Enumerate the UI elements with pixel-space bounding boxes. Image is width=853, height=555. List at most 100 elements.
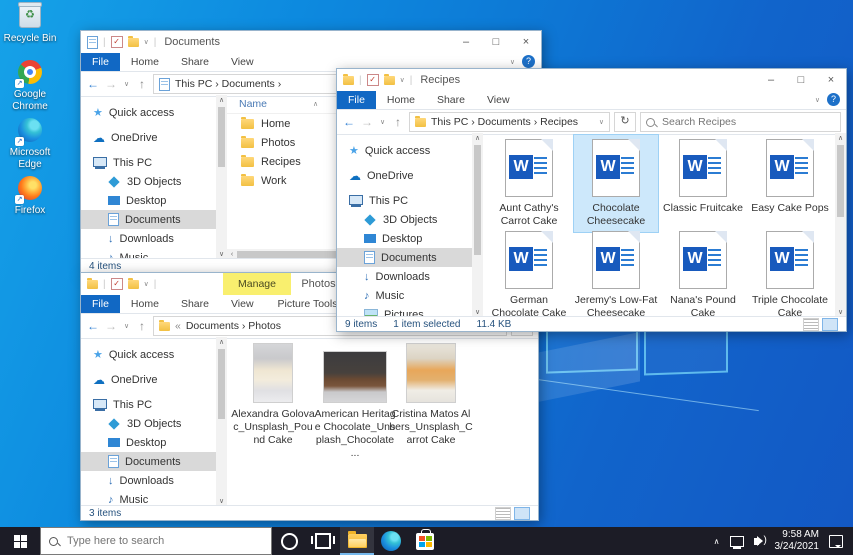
breadcrumb-overflow-icon[interactable]: «	[175, 320, 181, 332]
file-item[interactable]: W Easy Cake Pops	[748, 135, 832, 219]
thumbnails-view-button[interactable]	[822, 318, 838, 331]
quick-access-properties-icon[interactable]: ✓	[367, 74, 379, 86]
breadcrumb[interactable]: Documents › Photos	[186, 320, 281, 332]
up-icon[interactable]: ↑	[391, 115, 405, 129]
breadcrumb[interactable]: This PC › Documents ›	[175, 78, 281, 90]
tab-home[interactable]: Home	[120, 295, 170, 313]
quick-access-folder-icon[interactable]	[128, 280, 139, 289]
documents-titlebar[interactable]: | ✓ ∨ | Documents – □ ×	[81, 31, 541, 53]
taskbar-clock[interactable]: 9:58 AM 3/24/2021	[775, 529, 820, 553]
scroll-up-icon[interactable]: ∧	[216, 96, 227, 104]
sidebar-item-onedrive[interactable]: ☁OneDrive	[81, 128, 216, 147]
scrollbar-thumb[interactable]	[474, 145, 481, 255]
tab-share[interactable]: Share	[170, 295, 220, 313]
sidebar-item-desktop[interactable]: Desktop	[337, 229, 472, 248]
file-explorer-taskbar-button[interactable]	[340, 527, 374, 555]
quick-access-properties-icon[interactable]: ✓	[111, 36, 123, 48]
quick-access-dropdown-icon[interactable]: ∨	[400, 76, 405, 84]
ribbon-collapse-icon[interactable]: ∨	[510, 58, 515, 66]
back-icon[interactable]: ←	[86, 319, 100, 333]
edge-taskbar-button[interactable]	[374, 527, 408, 555]
scroll-up-icon[interactable]: ∧	[216, 338, 227, 346]
thumbnails-view-button[interactable]	[514, 507, 530, 520]
desktop-icon-microsoft-edge[interactable]: ↗ Microsoft Edge	[0, 118, 60, 171]
tab-home[interactable]: Home	[120, 53, 170, 71]
maximize-button[interactable]: □	[786, 69, 816, 91]
sidebar-item-3d-objects[interactable]: 3D Objects	[81, 414, 216, 433]
tray-chevron-icon[interactable]: ∧	[714, 537, 720, 546]
tab-view[interactable]: View	[220, 53, 265, 71]
sidebar-item-this-pc[interactable]: This PC	[337, 191, 472, 210]
breadcrumb[interactable]: This PC › Documents › Recipes	[431, 116, 578, 128]
minimize-button[interactable]: –	[451, 31, 481, 53]
scroll-down-icon[interactable]: ∨	[835, 308, 846, 316]
scrollbar-thumb[interactable]	[218, 349, 225, 419]
start-button[interactable]	[0, 527, 40, 555]
quick-access-folder-icon[interactable]	[384, 76, 395, 85]
file-item-selected[interactable]: W Chocolate Cheesecake	[574, 135, 658, 232]
ribbon-collapse-icon[interactable]: ∨	[815, 96, 820, 104]
desktop-icon-google-chrome[interactable]: ↗ Google Chrome	[0, 60, 60, 113]
scroll-down-icon[interactable]: ∨	[216, 250, 227, 258]
scroll-down-icon[interactable]: ∨	[472, 308, 483, 316]
sidebar-item-downloads[interactable]: ↓Downloads	[81, 471, 216, 490]
sidebar-scrollbar[interactable]: ∧ ∨	[216, 95, 227, 259]
file-item[interactable]: W Nana's Pound Cake	[661, 227, 745, 317]
scroll-left-icon[interactable]: ‹	[227, 251, 237, 258]
sidebar-item-documents[interactable]: Documents	[81, 210, 216, 229]
history-dropdown-icon[interactable]: ∨	[378, 118, 387, 126]
taskbar-search-input[interactable]	[65, 534, 263, 548]
speaker-icon[interactable]	[754, 538, 759, 545]
sidebar-item-3d-objects[interactable]: 3D Objects	[81, 172, 216, 191]
desktop-icon-recycle-bin[interactable]: ♻ Recycle Bin	[0, 4, 60, 45]
details-view-button[interactable]	[495, 507, 511, 520]
back-icon[interactable]: ←	[342, 115, 356, 129]
sidebar-item-quick-access[interactable]: ★Quick access	[81, 103, 216, 122]
scroll-down-icon[interactable]: ∨	[216, 497, 227, 505]
address-dropdown-icon[interactable]: ∨	[599, 118, 604, 126]
scroll-up-icon[interactable]: ∧	[835, 134, 846, 142]
file-item[interactable]: W Jeremy's Low-Fat Cheesecake	[574, 227, 658, 317]
sidebar-item-music[interactable]: ♪Music	[337, 286, 472, 305]
sidebar-item-this-pc[interactable]: This PC	[81, 395, 216, 414]
minimize-button[interactable]: –	[756, 69, 786, 91]
forward-icon[interactable]: →	[104, 319, 118, 333]
sidebar-item-3d-objects[interactable]: 3D Objects	[337, 210, 472, 229]
scrollbar-thumb[interactable]	[837, 145, 844, 217]
sidebar-item-documents[interactable]: Documents	[81, 452, 216, 471]
taskbar-search[interactable]	[40, 527, 272, 555]
forward-icon[interactable]: →	[104, 77, 118, 91]
help-icon[interactable]: ?	[827, 93, 840, 106]
sidebar-item-documents[interactable]: Documents	[337, 248, 472, 267]
history-dropdown-icon[interactable]: ∨	[122, 80, 131, 88]
sidebar-scrollbar[interactable]: ∧ ∨	[472, 133, 483, 317]
tab-share[interactable]: Share	[170, 53, 220, 71]
search-box[interactable]	[640, 112, 841, 132]
sidebar-item-desktop[interactable]: Desktop	[81, 433, 216, 452]
tab-share[interactable]: Share	[426, 91, 476, 109]
desktop-icon-firefox[interactable]: ↗ Firefox	[0, 176, 60, 217]
sidebar-item-downloads[interactable]: ↓Downloads	[337, 267, 472, 286]
quick-access-dropdown-icon[interactable]: ∨	[144, 280, 149, 288]
up-icon[interactable]: ↑	[135, 319, 149, 333]
sidebar-item-downloads[interactable]: ↓Downloads	[81, 229, 216, 248]
photo-item[interactable]: Cristina Matos Albers_Unsplash_Carrot Ca…	[389, 343, 473, 447]
file-item[interactable]: W German Chocolate Cake	[487, 227, 571, 317]
scroll-up-icon[interactable]: ∧	[472, 134, 483, 142]
file-grid-scrollbar[interactable]: ∧ ∨	[835, 133, 846, 317]
file-item[interactable]: W Classic Fruitcake	[661, 135, 745, 219]
file-item[interactable]: W Aunt Cathy's Carrot Cake	[487, 135, 571, 232]
quick-access-dropdown-icon[interactable]: ∨	[144, 38, 149, 46]
close-button[interactable]: ×	[511, 31, 541, 53]
network-icon[interactable]	[730, 536, 744, 547]
quick-access-properties-icon[interactable]: ✓	[111, 278, 123, 290]
forward-icon[interactable]: →	[360, 115, 374, 129]
tab-view[interactable]: View	[220, 295, 265, 313]
photo-item[interactable]: Alexandra Golovac_Unsplash_Pound Cake	[231, 343, 315, 447]
scrollbar-thumb[interactable]	[218, 107, 225, 167]
maximize-button[interactable]: □	[481, 31, 511, 53]
history-dropdown-icon[interactable]: ∨	[122, 322, 131, 330]
back-icon[interactable]: ←	[86, 77, 100, 91]
tab-view[interactable]: View	[476, 91, 521, 109]
close-button[interactable]: ×	[816, 69, 846, 91]
